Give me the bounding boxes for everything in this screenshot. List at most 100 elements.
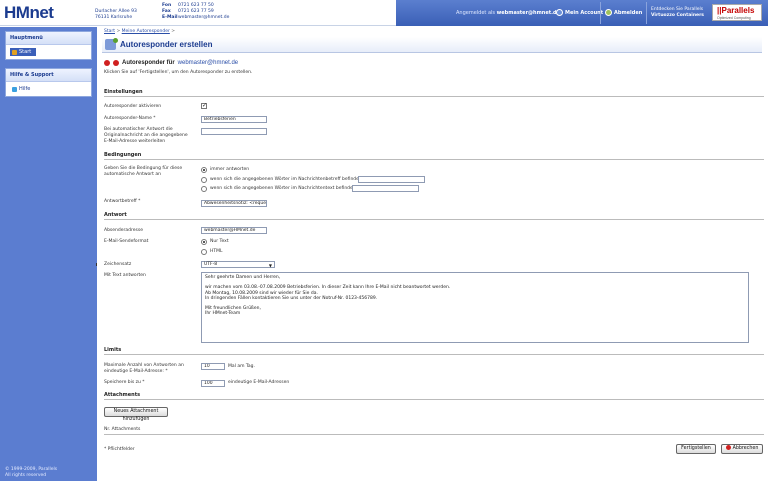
login-info: Angemeldet als webmaster@hmnet.de [456,10,560,16]
conditions-label-line: automatische Antwort an [104,172,161,177]
activate-label: Autoresponder aktivieren [104,104,162,109]
chevron-down-icon: ▼ [268,263,272,268]
breadcrumb-sep: > [116,29,121,34]
radio-plain-text[interactable] [201,239,207,245]
radio-html[interactable] [201,249,207,255]
section-conditions: Bedingungen [104,152,764,160]
charset-label: Zeichensatz [104,262,132,267]
max-replies-input[interactable]: 10 [201,363,225,370]
sidebar-item-label: Start [19,49,32,55]
activate-checkbox[interactable]: ✓ [201,103,207,109]
parallels-logo-text: ||Parallels [717,6,755,15]
text-label: Mit Text antworten [104,273,146,278]
breadcrumb-my-autoresponders[interactable]: Meine Autoresponder [122,29,170,34]
sidebar-item-label: Hilfe [19,86,31,92]
divider [646,2,647,24]
home-icon [12,49,17,55]
subheading: Autoresponder für webmaster@hmnet.de [104,60,238,66]
logout-label: Abmelden [614,9,643,16]
my-account-button[interactable]: Mein Account [556,9,603,16]
section-attachments: Attachments [104,392,764,400]
address-line-2: 76131 Karlsruhe [95,15,133,20]
parallels-logo[interactable]: ||Parallels Optimized Computing [712,4,762,21]
reply-text-area[interactable]: Sehr geehrte Damen und Herren, wir machen… [201,272,749,343]
top-bar: Angemeldet als webmaster@hmnet.de Mein A… [396,0,768,26]
main-menu-title[interactable]: Hauptmenü [6,32,91,45]
promo-line-2: Virtuozzo Containers [651,13,704,18]
max-label: Maximale Anzahl von Antworten an eindeut… [104,363,184,375]
forward-label: Bei automatischer Antwort die Originalna… [104,127,188,145]
reply-text-line: Ihr HMnet-Team [205,311,241,317]
attachments-list-header: Nr. Attachments [104,427,764,435]
help-title[interactable]: Hilfe & Support [6,69,91,82]
radio-always-label: immer antworten [210,167,250,172]
company-address: Durlacher Allee 93 76131 Karlsruhe [95,9,137,21]
radio-body-label: wenn sich die angegebenen Wörter im Nach… [210,186,356,191]
help-panel: Hilfe & Support Hilfe [5,68,92,97]
copyright: © 1999-2009, Parallels All rights reserv… [5,467,57,479]
breadcrumb: Start > Meine Autoresponder > [104,29,175,34]
error-icon [104,60,110,66]
subhead-email: webmaster@hmnet.de [177,60,239,66]
add-attachment-button[interactable]: Neues Attachment hinzufügen [104,407,168,422]
sidebar-item-help[interactable]: Hilfe [10,85,87,93]
my-account-label: Mein Account [565,9,604,16]
main-content: Start > Meine Autoresponder > Autorespon… [97,27,768,481]
finish-button[interactable]: Fertigstellen [676,444,716,454]
copyright-line-2: All rights reserved [5,473,47,478]
breadcrumb-start[interactable]: Start [104,29,115,34]
email-value[interactable]: webmaster@hmnet.de [178,15,229,20]
forward-label-line: E-Mail-Adresse weiterleiten [104,139,166,144]
section-answer: Antwort [104,212,764,220]
forward-email-input[interactable] [201,128,267,135]
sidebar: Hauptmenü Start Hilfe & Support Hilfe © … [0,27,97,481]
cancel-button[interactable]: Abbrechen [721,444,763,454]
section-limits: Limits [104,347,764,355]
hmnet-logo[interactable]: HMnet [4,3,54,23]
radio-subject[interactable] [201,177,207,183]
instruction-text: Klicken Sie auf 'Fertigstellen', um den … [104,70,253,75]
parallels-promo[interactable]: Entdecken Sie Parallels Virtuozzo Contai… [651,7,704,19]
title-bar: Autoresponder erstellen [102,37,762,53]
store-input[interactable]: 100 [201,380,225,387]
max-suffix: Mal am Tag. [228,364,255,369]
sender-label: Absenderadresse [104,228,143,233]
conditions-label: Geben Sie die Bedingung für diese automa… [104,166,182,178]
subject-words-input[interactable] [358,176,425,183]
store-label: Speichere bis zu * [104,380,145,385]
parallels-logo-sub: Optimized Computing [717,16,751,20]
radio-always[interactable] [201,167,207,173]
logout-icon [605,9,612,16]
fon-value: 0721 623 77 50 [178,3,214,8]
name-input[interactable]: Betriebsferien [201,116,267,123]
cancel-icon [725,445,731,450]
account-icon [556,9,563,16]
help-icon [12,86,17,92]
name-label: Autoresponder-Name * [104,116,156,121]
login-prefix: Angemeldet als [456,10,496,16]
charset-value: UTF-8 [204,262,218,267]
cancel-label: Abbrechen [732,446,759,451]
stop-icon [113,60,119,66]
logout-button[interactable]: Abmelden [605,9,642,16]
radio-html-label: HTML [210,249,223,254]
radio-plain-text-label: Nur Text [210,239,229,244]
radio-subject-label: wenn sich die angegebenen Wörter im Nach… [210,177,362,182]
section-settings: Einstellungen [104,89,764,97]
main-menu-panel: Hauptmenü Start [5,31,92,60]
fax-value: 0721 623 77 59 [178,9,214,14]
radio-body[interactable] [201,186,207,192]
sender-input[interactable]: webmaster@HMnet.de [201,227,267,234]
autoresponder-icon [105,38,118,50]
max-label-line: eindeutige E-Mail-Adresse: * [104,369,168,374]
body-words-input[interactable] [352,185,419,192]
email-label: E-Mail [162,15,178,20]
reply-subject-label: Antwortbetreff * [104,199,141,204]
sidebar-item-start[interactable]: Start [10,48,36,56]
header: HMnet Durlacher Allee 93 76131 Karlsruhe… [0,0,768,26]
divider [600,2,601,24]
charset-select[interactable]: UTF-8 ▼ [201,261,275,268]
contact-info: Fon 0721 623 77 50 Fax 0721 623 77 59 E-Ma… [162,3,229,21]
reply-subject-input[interactable]: Abwesenheitsnotiz: <reques [201,200,267,207]
format-label: E-Mail-Sendeformat [104,239,149,244]
